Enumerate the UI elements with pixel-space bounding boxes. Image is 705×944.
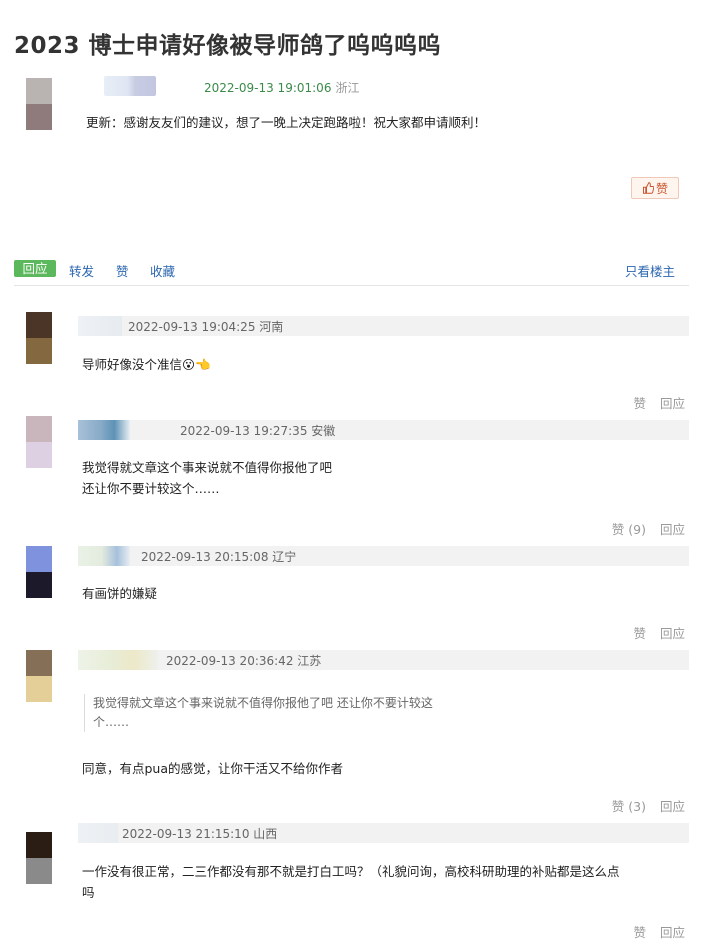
- comment-avatar[interactable]: [26, 416, 52, 468]
- comment-username-blurred[interactable]: [78, 316, 122, 336]
- comment-footer: 赞 (9) 回应: [598, 519, 685, 538]
- post-like-button[interactable]: 赞: [631, 177, 679, 199]
- comment-like-link[interactable]: 赞: [633, 925, 646, 940]
- comment-footer: 赞回应: [619, 393, 685, 412]
- comment-text: 一作没有很正常，二三作都没有那不就是打白工吗？（礼貌问询，高校科研助理的补贴都是…: [82, 864, 620, 900]
- comment-reply-link[interactable]: 回应: [660, 925, 685, 940]
- only-op-link[interactable]: 只看楼主: [625, 261, 675, 280]
- comment-reply-link[interactable]: 回应: [660, 626, 685, 641]
- post-title: 2023 博士申请好像被导师鸽了呜呜呜呜: [14, 33, 442, 59]
- post-datetime: 2022-09-13 19:01:06: [204, 81, 332, 95]
- author-avatar[interactable]: [26, 78, 52, 130]
- post-content: 更新：感谢友友们的建议，想了一晚上决定跑路啦！祝大家都申请顺利！: [86, 115, 487, 130]
- comment-like-link[interactable]: 赞 (3): [612, 799, 646, 814]
- comment-avatar[interactable]: [26, 546, 52, 598]
- comment-header: 2022-09-13 20:36:42 江苏: [78, 650, 689, 670]
- comment-avatar[interactable]: [26, 832, 52, 884]
- comment-header: 2022-09-13 21:15:10 山西: [78, 823, 689, 843]
- comment-header: 2022-09-13 20:15:08 辽宁: [78, 546, 689, 566]
- comment-footer: 赞 (3) 回应: [598, 796, 685, 815]
- comment-avatar[interactable]: [26, 650, 52, 702]
- quoted-comment: 我觉得就文章这个事来说就不值得你报他了吧 还让你不要计较这 个……: [84, 694, 504, 732]
- comment-text: 我觉得就文章这个事来说就不值得你报他了吧 还让你不要计较这个……: [82, 460, 333, 496]
- like-link[interactable]: 赞: [116, 261, 129, 280]
- comment-avatar[interactable]: [26, 312, 52, 364]
- comment-reply-link[interactable]: 回应: [660, 522, 685, 537]
- comment-username-blurred[interactable]: [78, 823, 118, 843]
- comment-meta: 2022-09-13 19:27:35 安徽: [180, 424, 336, 438]
- comment-like-link[interactable]: 赞 (9): [612, 522, 646, 537]
- comment-username-blurred[interactable]: [78, 420, 130, 440]
- comment-like-link[interactable]: 赞: [633, 396, 646, 411]
- comment-meta: 2022-09-13 21:15:10 山西: [122, 827, 278, 841]
- comment-username-blurred[interactable]: [78, 546, 130, 566]
- comment-meta: 2022-09-13 20:36:42 江苏: [166, 654, 322, 668]
- comment-reply-link[interactable]: 回应: [660, 799, 685, 814]
- post-location: 浙江: [335, 81, 360, 95]
- divider: [14, 285, 689, 286]
- forward-link[interactable]: 转发: [69, 261, 94, 280]
- comment-footer: 赞回应: [619, 623, 685, 642]
- comment-meta: 2022-09-13 19:04:25 河南: [128, 320, 284, 334]
- comment-header: 2022-09-13 19:04:25 河南: [78, 316, 689, 336]
- author-name-blurred[interactable]: [104, 76, 156, 96]
- post-like-label: 赞: [655, 181, 668, 196]
- reply-button[interactable]: 回应: [14, 260, 56, 277]
- post-meta: 2022-09-13 19:01:06 浙江: [204, 79, 359, 96]
- comment-meta: 2022-09-13 20:15:08 辽宁: [141, 550, 297, 564]
- comment-reply-link[interactable]: 回应: [660, 396, 685, 411]
- comment-text: 导师好像没个准信😮👈: [82, 357, 211, 372]
- comment-header: 2022-09-13 19:27:35 安徽: [78, 420, 689, 440]
- comment-username-blurred[interactable]: [78, 650, 158, 670]
- comment-text: 有画饼的嫌疑: [82, 586, 158, 601]
- post-action-bar: 回应 转发 赞 收藏 只看楼主: [14, 260, 689, 280]
- comment-text: 同意，有点pua的感觉，让你干活又不给你作者: [82, 761, 344, 776]
- thumbs-up-icon: [642, 182, 654, 194]
- comment-like-link[interactable]: 赞: [633, 626, 646, 641]
- comment-footer: 赞回应: [619, 922, 685, 941]
- collect-link[interactable]: 收藏: [150, 261, 175, 280]
